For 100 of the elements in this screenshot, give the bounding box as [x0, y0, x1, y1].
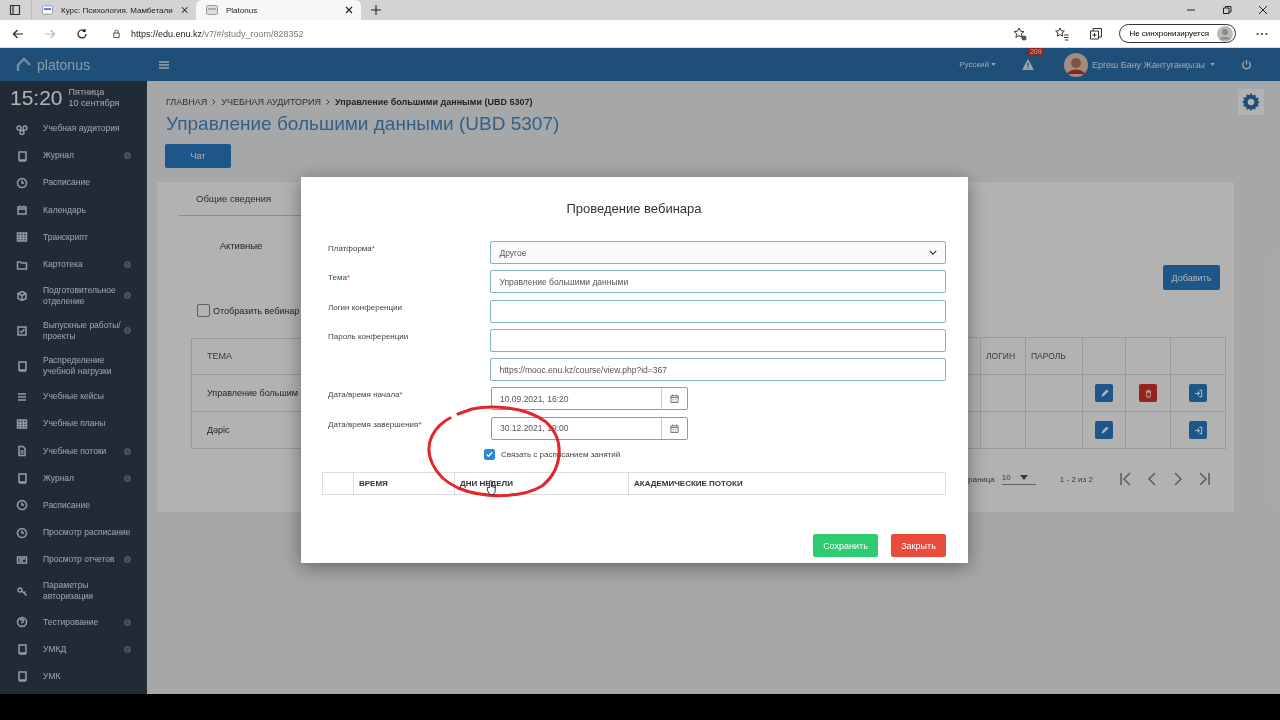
- clock-icon: [16, 526, 28, 539]
- book-icon: [16, 670, 28, 683]
- collections-icon[interactable]: [1089, 26, 1104, 41]
- sidebar-item[interactable]: Учебные планы: [0, 410, 147, 438]
- chevron-icon: [124, 292, 131, 300]
- input-field[interactable]: https://mooc.enu.kz/course/view.php?id=367: [490, 358, 946, 382]
- page-size-label: раница: [968, 474, 995, 484]
- close-icon[interactable]: [1258, 5, 1268, 15]
- circles-icon: [16, 122, 28, 135]
- sidebar-item[interactable]: Тестирование: [0, 608, 147, 636]
- avatar[interactable]: [1063, 52, 1088, 77]
- power-icon[interactable]: [1241, 59, 1252, 70]
- add-button[interactable]: Добавить: [1163, 265, 1220, 290]
- sidebar-item[interactable]: Транскрипт: [0, 223, 147, 251]
- breadcrumb-link[interactable]: ГЛАВНАЯ: [166, 97, 208, 107]
- sync-button[interactable]: Не синхронизируется: [1119, 24, 1236, 43]
- browser-tab[interactable]: Platonus: [196, 0, 361, 20]
- dialog-title: Проведение вебинара: [565, 201, 703, 218]
- chevron-icon: [124, 261, 131, 269]
- chevron-icon: [124, 556, 131, 564]
- clock-icon: [16, 499, 28, 512]
- logo-icon: [16, 56, 32, 73]
- sidebar-item[interactable]: Журнал: [0, 464, 147, 492]
- edit-button[interactable]: [1095, 384, 1113, 402]
- chat-button[interactable]: Чат: [165, 144, 231, 168]
- close-icon[interactable]: [180, 6, 188, 14]
- sidebar-item[interactable]: УМКД: [0, 635, 147, 663]
- settings-button[interactable]: [1238, 89, 1264, 115]
- new-tab-icon[interactable]: [371, 5, 381, 15]
- first-page-icon[interactable]: [1118, 472, 1133, 486]
- page-icon: [42, 5, 53, 15]
- checkbox[interactable]: [197, 304, 210, 317]
- sidebar-item[interactable]: Журнал: [0, 142, 147, 170]
- calendar-icon[interactable]: [670, 423, 679, 433]
- edit-button[interactable]: [1095, 421, 1113, 439]
- close-icon[interactable]: [345, 6, 353, 14]
- back-icon[interactable]: [12, 27, 24, 40]
- more-icon[interactable]: [1256, 31, 1268, 36]
- list-icon: [16, 390, 28, 403]
- date-text: 10 сентября: [68, 98, 120, 109]
- page-icon: [206, 5, 218, 15]
- user-menu[interactable]: Ергеш Бану Жантуғанқызы: [1091, 59, 1215, 70]
- menu-icon[interactable]: [159, 60, 169, 69]
- page-range: 1 - 2 из 2: [1059, 474, 1093, 484]
- page-title: Управление большими данными (UBD 5307): [165, 113, 561, 135]
- book-icon: [16, 472, 28, 485]
- refresh-icon[interactable]: [76, 27, 88, 40]
- clock-time: 15:20: [10, 86, 63, 110]
- language-menu[interactable]: Русский: [959, 60, 996, 69]
- sidebar-item[interactable]: Картотека: [0, 250, 147, 279]
- star-add-icon[interactable]: [1013, 26, 1028, 41]
- close-button[interactable]: Закрыть: [891, 534, 946, 558]
- grid-icon: [16, 231, 28, 244]
- key-icon: [16, 584, 28, 597]
- tab-actions-icon[interactable]: [9, 4, 21, 16]
- favorites-icon[interactable]: [1055, 26, 1070, 41]
- sidebar-item[interactable]: Просмотр расписание: [0, 519, 147, 547]
- sidebar-item[interactable]: Параметры авторизации: [0, 573, 147, 609]
- login-button[interactable]: [1189, 421, 1207, 439]
- sidebar-item[interactable]: Учебные кейсы: [0, 383, 147, 411]
- tab[interactable]: Активные: [191, 230, 291, 261]
- clock-icon: [16, 176, 28, 189]
- browser-tab[interactable]: Курс: Психология. Мамбетали: [31, 0, 196, 20]
- field-label: Дата/время завершения*: [328, 419, 422, 429]
- warning-icon[interactable]: [1021, 58, 1034, 70]
- breadcrumb-link[interactable]: УЧЕБНАЯ АУДИТОРИЯ: [221, 97, 321, 107]
- sidebar-item[interactable]: Календарь: [0, 196, 147, 224]
- platform-select[interactable]: Другое: [490, 241, 946, 264]
- delete-button[interactable]: [1139, 384, 1157, 402]
- restore-icon[interactable]: [1222, 5, 1232, 15]
- sign-in-icon: [1193, 425, 1203, 435]
- input-field[interactable]: [490, 299, 946, 323]
- caret-icon: [1019, 475, 1028, 480]
- login-button[interactable]: [1189, 384, 1207, 402]
- input-field[interactable]: [490, 328, 946, 352]
- field-label: Дата/время начала*: [328, 390, 403, 400]
- field-label: Логин конференции: [328, 302, 403, 312]
- sidebar-item[interactable]: Расписание: [0, 169, 147, 197]
- sidebar-item[interactable]: Просмотр отчетов: [0, 546, 147, 574]
- page-size-select[interactable]: 10: [1001, 473, 1036, 485]
- chevron-icon: [326, 99, 330, 105]
- sidebar-item[interactable]: Выпускные работы/ проекты: [0, 313, 147, 349]
- pencil-icon: [1099, 388, 1109, 398]
- calendar-icon[interactable]: [670, 394, 679, 404]
- checkbox[interactable]: [484, 448, 495, 460]
- grid-icon: [16, 417, 28, 430]
- document-icon: [16, 445, 28, 458]
- date-field[interactable]: 10.09.2021, 16:20: [491, 387, 688, 411]
- sidebar-item[interactable]: Учебная аудитория: [0, 115, 147, 143]
- sidebar-item[interactable]: Учебные потоки: [0, 437, 147, 465]
- sidebar-item[interactable]: Распределение учебной нагрузки: [0, 348, 147, 384]
- chevron-icon: [124, 474, 131, 482]
- sidebar-item[interactable]: Подготовительное отделение: [0, 278, 147, 314]
- lock-icon[interactable]: [112, 28, 121, 39]
- sidebar-item[interactable]: Расписание: [0, 491, 147, 520]
- input-field[interactable]: Управление большими данными: [490, 270, 946, 294]
- last-page-icon[interactable]: [1196, 472, 1211, 486]
- url-text[interactable]: https://edu.enu.kz/v7/#/study_room/828352: [131, 28, 304, 39]
- sidebar-item[interactable]: УМК: [0, 662, 147, 690]
- checkbox-icon: [16, 324, 28, 337]
